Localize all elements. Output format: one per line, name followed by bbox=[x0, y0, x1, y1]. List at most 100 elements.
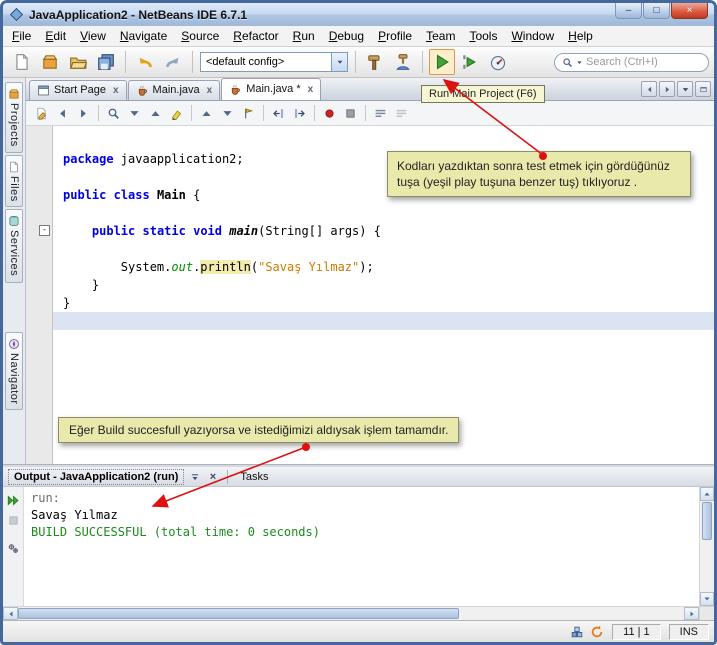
debug-main-project-button[interactable] bbox=[457, 49, 483, 75]
shift-left-button[interactable] bbox=[269, 104, 288, 123]
icon bbox=[37, 84, 50, 97]
output-console[interactable]: run:Savaş YılmazBUILD SUCCESSFUL (total … bbox=[24, 487, 699, 606]
separator bbox=[125, 51, 126, 73]
menu-profile[interactable]: Profile bbox=[371, 27, 419, 45]
menu-refactor[interactable]: Refactor bbox=[226, 27, 285, 45]
find-selection-button[interactable] bbox=[104, 104, 123, 123]
code-token: class bbox=[114, 188, 150, 202]
gutter-line bbox=[26, 312, 52, 330]
tab-main-java-[interactable]: Main.java *x bbox=[221, 78, 321, 100]
scroll-right-button[interactable] bbox=[684, 607, 699, 620]
sidebar-tab-navigator[interactable]: Navigator bbox=[5, 332, 23, 411]
minimize-output-button[interactable] bbox=[187, 469, 202, 484]
minimize-button[interactable]: – bbox=[615, 3, 642, 19]
menu-help[interactable]: Help bbox=[561, 27, 600, 45]
menu-debug[interactable]: Debug bbox=[322, 27, 371, 45]
code-line bbox=[53, 312, 714, 330]
close-tab-icon[interactable]: x bbox=[113, 85, 119, 96]
profile-main-project-button[interactable] bbox=[485, 49, 511, 75]
scroll-up-button[interactable] bbox=[700, 487, 714, 501]
forward-button[interactable] bbox=[74, 104, 93, 123]
hscroll-thumb[interactable] bbox=[18, 608, 459, 619]
save-all-button[interactable] bbox=[93, 49, 119, 75]
vscroll-track[interactable] bbox=[700, 541, 714, 592]
background-scan-icon[interactable] bbox=[589, 624, 604, 639]
find-next-button[interactable] bbox=[125, 104, 144, 123]
combo-dropdown-icon[interactable] bbox=[331, 53, 347, 71]
back-button[interactable] bbox=[53, 104, 72, 123]
sidebar-tab-services[interactable]: Services bbox=[5, 209, 23, 282]
menubar: FileEditViewNavigateSourceRefactorRunDeb… bbox=[3, 26, 714, 47]
sidebar-tab-projects[interactable]: Projects bbox=[5, 82, 23, 153]
editor-column: Start PagexMain.javaxMain.java *x - pack… bbox=[26, 78, 714, 464]
chevron-down-icon[interactable] bbox=[576, 59, 583, 66]
update-center-icon[interactable] bbox=[569, 624, 584, 639]
last-edit-position-button[interactable] bbox=[32, 104, 51, 123]
search-input[interactable] bbox=[586, 56, 701, 68]
previous-bookmark-button[interactable] bbox=[197, 104, 216, 123]
icon bbox=[7, 542, 20, 555]
quick-search[interactable] bbox=[554, 53, 709, 72]
scroll-left-button[interactable] bbox=[3, 607, 18, 620]
hscroll-track[interactable] bbox=[459, 607, 684, 620]
run-main-project-button[interactable] bbox=[429, 49, 455, 75]
menu-view[interactable]: View bbox=[73, 27, 113, 45]
toggle-bookmark-button[interactable] bbox=[239, 104, 258, 123]
build-main-project-button[interactable] bbox=[362, 49, 388, 75]
menu-tools[interactable]: Tools bbox=[462, 27, 504, 45]
next-bookmark-button[interactable] bbox=[218, 104, 237, 123]
shift-right-button[interactable] bbox=[290, 104, 309, 123]
editor-gutter[interactable]: - bbox=[26, 126, 53, 464]
separator bbox=[355, 51, 356, 73]
tasks-tab[interactable]: Tasks bbox=[235, 470, 273, 484]
menu-window[interactable]: Window bbox=[504, 27, 561, 45]
close-tab-icon[interactable]: x bbox=[207, 85, 213, 96]
code-line bbox=[53, 240, 714, 258]
fold-collapse-icon[interactable]: - bbox=[39, 225, 50, 236]
scroll-down-button[interactable] bbox=[700, 592, 714, 606]
open-project-button[interactable] bbox=[65, 49, 91, 75]
stop-button[interactable] bbox=[5, 512, 21, 528]
code-line: public static void main(String[] args) { bbox=[53, 222, 714, 240]
maximize-view-button[interactable] bbox=[695, 81, 711, 97]
menu-file[interactable]: File bbox=[5, 27, 38, 45]
stop-macro-recording-button[interactable] bbox=[341, 104, 360, 123]
close-tab-icon[interactable]: x bbox=[308, 84, 314, 95]
output-tab[interactable]: Output - JavaApplication2 (run) bbox=[8, 471, 184, 483]
code-token bbox=[63, 224, 92, 238]
menu-team[interactable]: Team bbox=[419, 27, 462, 45]
output-hscrollbar[interactable] bbox=[3, 606, 714, 620]
insert-mode-indicator[interactable]: INS bbox=[669, 624, 709, 640]
document-list-button[interactable] bbox=[677, 81, 693, 97]
config-select[interactable]: <default config> bbox=[200, 52, 348, 72]
toggle-highlight-button[interactable] bbox=[167, 104, 186, 123]
scroll-tabs-right-button[interactable] bbox=[659, 81, 675, 97]
ant-settings-button[interactable] bbox=[5, 540, 21, 556]
titlebar[interactable]: JavaApplication2 - NetBeans IDE 6.7.1 – … bbox=[3, 3, 714, 26]
new-file-button[interactable] bbox=[9, 49, 35, 75]
find-previous-button[interactable] bbox=[146, 104, 165, 123]
start-macro-recording-button[interactable] bbox=[320, 104, 339, 123]
maximize-button[interactable]: □ bbox=[643, 3, 670, 19]
menu-edit[interactable]: Edit bbox=[38, 27, 73, 45]
rerun-button[interactable] bbox=[5, 492, 21, 508]
redo-button[interactable] bbox=[160, 49, 186, 75]
tab-main-java[interactable]: Main.javax bbox=[128, 80, 221, 100]
tab-start-page[interactable]: Start Pagex bbox=[29, 80, 127, 100]
code-token: public bbox=[92, 224, 135, 238]
undo-button[interactable] bbox=[132, 49, 158, 75]
vscroll-thumb[interactable] bbox=[702, 502, 712, 540]
uncomment-button[interactable] bbox=[392, 104, 411, 123]
new-project-button[interactable] bbox=[37, 49, 63, 75]
scroll-tabs-left-button[interactable] bbox=[641, 81, 657, 97]
close-button[interactable]: × bbox=[671, 3, 708, 19]
output-vscrollbar[interactable] bbox=[699, 487, 714, 606]
close-output-button[interactable]: × bbox=[205, 469, 220, 484]
clean-and-build-button[interactable] bbox=[390, 49, 416, 75]
menu-source[interactable]: Source bbox=[174, 27, 226, 45]
menu-navigate[interactable]: Navigate bbox=[113, 27, 174, 45]
sidebar-tab-files[interactable]: Files bbox=[5, 155, 23, 208]
comment-button[interactable] bbox=[371, 104, 390, 123]
icon bbox=[374, 107, 387, 120]
menu-run[interactable]: Run bbox=[286, 27, 322, 45]
